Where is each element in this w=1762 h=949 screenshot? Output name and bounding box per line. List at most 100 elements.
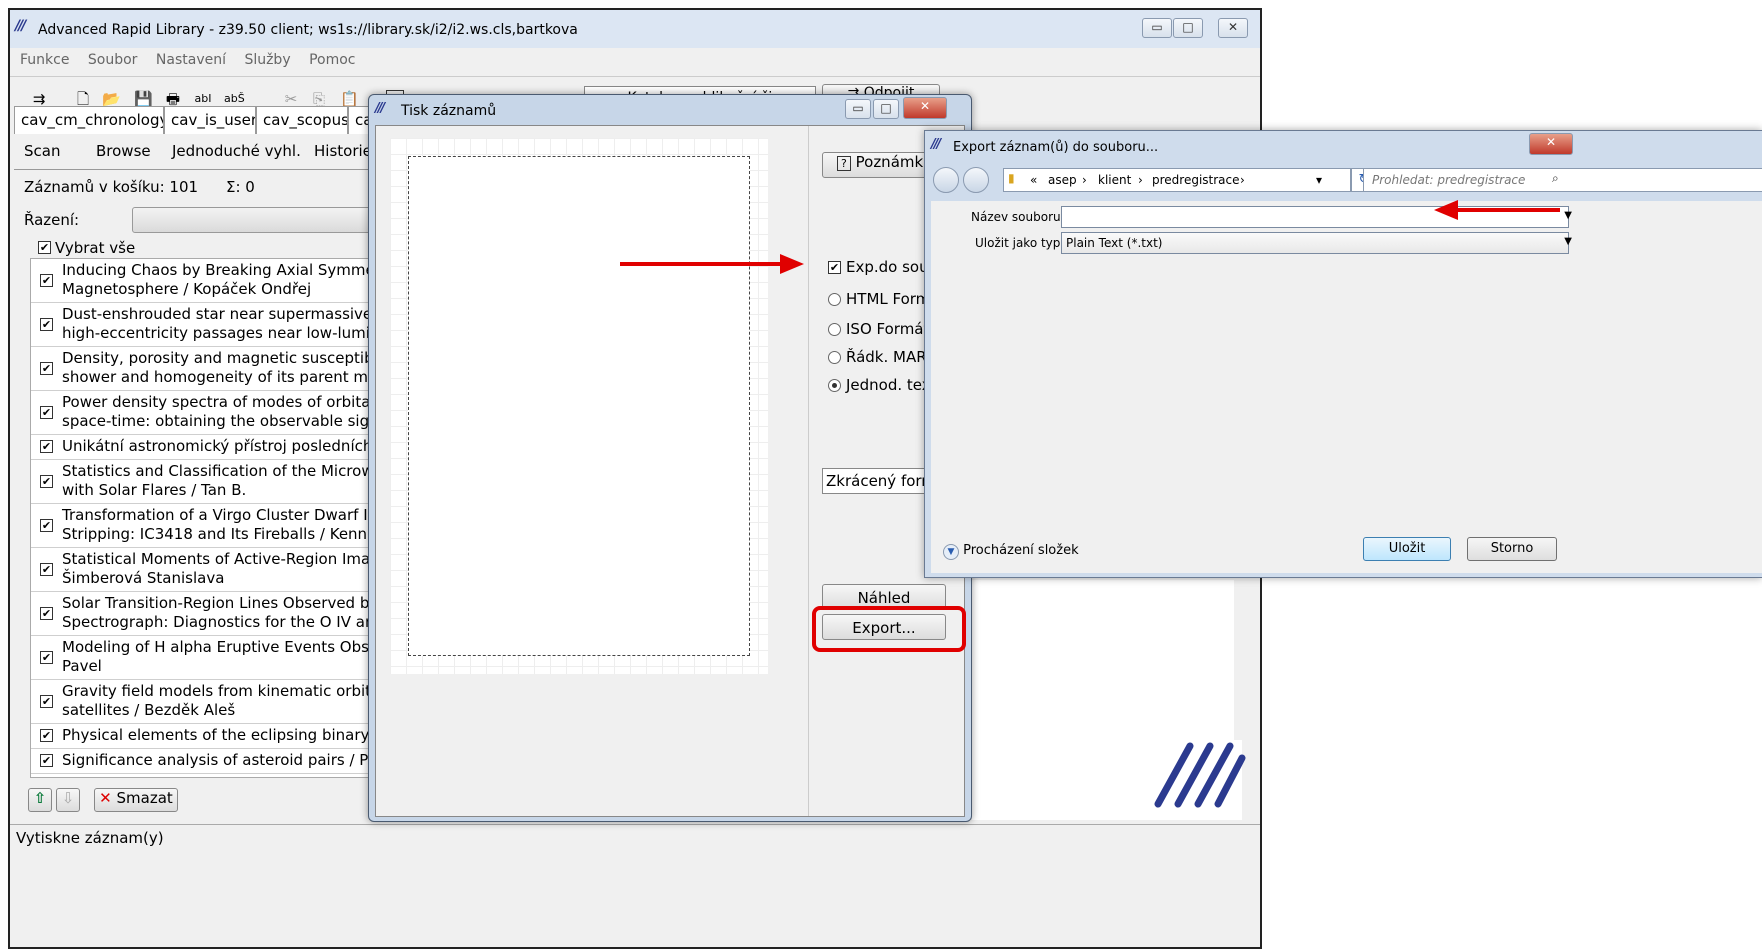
- format-html-label: HTML Form: [846, 290, 931, 308]
- list-item[interactable]: ✔ Modeling of H alpha Eruptive Events Obs…: [31, 636, 371, 680]
- export-to-file-checkbox[interactable]: ✔: [828, 261, 841, 274]
- breadcrumb-klient[interactable]: klient: [1098, 173, 1131, 187]
- list-item[interactable]: ✔ Inducing Chaos by Breaking Axial Symmet…: [31, 259, 371, 303]
- export-dialog: /// Export záznam(ů) do souboru... ✕ ▮ «…: [924, 130, 1762, 578]
- address-dropdown-icon[interactable]: ▾: [1316, 173, 1322, 187]
- page-preview: [390, 138, 768, 674]
- db-tabs: cav_cm_chronology cav_is_user cav_scopus…: [14, 106, 378, 134]
- record-checkbox[interactable]: ✔: [40, 519, 53, 532]
- tab-history[interactable]: Historie: [314, 142, 372, 160]
- export-dialog-body: Název souboru: ▼ Uložit jako typ: Plain …: [931, 201, 1762, 573]
- record-checkbox[interactable]: ✔: [40, 563, 53, 576]
- record-checkbox[interactable]: ✔: [40, 729, 53, 742]
- print-maximize-button[interactable]: □: [873, 99, 899, 119]
- print-dialog-logo-icon: ///: [375, 101, 385, 116]
- filetype-dropdown-icon[interactable]: ▼: [1564, 236, 1572, 247]
- status-bar: Vytiskne záznam(y): [10, 824, 1260, 849]
- delete-icon: ✕: [99, 789, 112, 807]
- main-title-bar: /// Advanced Rapid Library - z39.50 clie…: [10, 10, 1260, 48]
- list-item[interactable]: ✔ Gravity field models from kinematic orb…: [31, 680, 371, 724]
- record-checkbox[interactable]: ✔: [40, 475, 53, 488]
- delete-button[interactable]: ✕ Smazat: [94, 788, 178, 812]
- export-close-button[interactable]: ✕: [1529, 133, 1573, 155]
- record-checkbox[interactable]: ✔: [40, 318, 53, 331]
- record-checkbox[interactable]: ✔: [40, 607, 53, 620]
- format-marc-label: Řádk. MARC: [846, 348, 937, 366]
- red-arrow-icon: [620, 254, 804, 274]
- print-close-button[interactable]: ✕: [903, 97, 947, 119]
- filename-label: Název souboru:: [971, 210, 1065, 224]
- menu-funkce[interactable]: Funkce: [20, 52, 69, 68]
- records-list: ✔ Inducing Chaos by Breaking Axial Symmet…: [30, 258, 380, 778]
- move-up-button[interactable]: ⇧: [28, 788, 52, 812]
- menu-pomoc[interactable]: Pomoc: [309, 52, 355, 68]
- arl-logo-icon: [1154, 742, 1246, 808]
- format-marc-radio[interactable]: [828, 351, 841, 364]
- folder-icon: ▮: [1008, 171, 1015, 185]
- record-checkbox[interactable]: ✔: [40, 362, 53, 375]
- record-checkbox[interactable]: ✔: [40, 440, 53, 453]
- menu-sluzby[interactable]: Služby: [244, 52, 290, 68]
- record-checkbox[interactable]: ✔: [40, 651, 53, 664]
- save-button[interactable]: Uložit: [1363, 537, 1451, 561]
- record-checkbox[interactable]: ✔: [40, 274, 53, 287]
- tab-simple-search[interactable]: Jednoduché vyhl.: [172, 142, 301, 160]
- search-icon: ⌕: [1552, 171, 1559, 185]
- list-item[interactable]: ✔ Significance analysis of asteroid pairs…: [31, 749, 371, 774]
- close-button[interactable]: ✕: [1218, 18, 1248, 38]
- tab-cav-is-user[interactable]: cav_is_user: [164, 106, 256, 134]
- tab-scan[interactable]: Scan: [24, 142, 60, 160]
- breadcrumb-asep[interactable]: asep: [1048, 173, 1077, 187]
- status-text: Vytiskne záznam(y): [16, 829, 164, 847]
- list-item[interactable]: ✔ Unikátní astronomický přístroj poslední…: [31, 435, 371, 460]
- list-item[interactable]: ✔ Density, porosity and magnetic suscepti…: [31, 347, 371, 391]
- maximize-button[interactable]: □: [1173, 18, 1203, 38]
- expand-icon: ▼: [943, 544, 959, 560]
- print-dialog: /// Tisk záznamů ▭ □ ✕ ? Poznámk ✔ Exp.d…: [368, 94, 972, 822]
- breadcrumb-predregistrace[interactable]: predregistrace: [1152, 173, 1240, 187]
- record-checkbox[interactable]: ✔: [40, 754, 53, 767]
- filetype-select[interactable]: Plain Text (*.txt) ▼: [1061, 232, 1572, 254]
- back-button[interactable]: [933, 167, 959, 193]
- red-arrow-left-icon: [1434, 200, 1560, 220]
- sort-select[interactable]: [132, 207, 372, 233]
- list-item[interactable]: ✔ Physical elements of the eclipsing bina…: [31, 724, 371, 749]
- list-item[interactable]: ✔ Statistical Moments of Active-Region Im…: [31, 548, 371, 592]
- filetype-label: Uložit jako typ:: [975, 236, 1065, 250]
- list-item[interactable]: ✔ Solar Transition-Region Lines Observed …: [31, 592, 371, 636]
- cancel-button[interactable]: Storno: [1467, 537, 1557, 561]
- scrollbar[interactable]: [1234, 580, 1250, 740]
- menu-nastaveni[interactable]: Nastavení: [156, 52, 226, 68]
- print-dialog-title: Tisk záznamů: [401, 103, 497, 119]
- list-item[interactable]: ✔ Dust-enshrouded star near supermassive …: [31, 303, 371, 347]
- note-icon: ?: [837, 156, 851, 171]
- print-minimize-button[interactable]: ▭: [845, 99, 871, 119]
- select-all-checkbox[interactable]: ✔: [38, 241, 51, 254]
- breadcrumb-sep-icon: ›: [1240, 173, 1245, 187]
- format-text-label: Jednod. tex: [846, 376, 931, 394]
- move-down-button[interactable]: ⇩: [56, 788, 80, 812]
- forward-button[interactable]: [963, 167, 989, 193]
- format-text-radio[interactable]: [828, 379, 841, 392]
- list-item[interactable]: ✔ Statistics and Classification of the Mi…: [31, 460, 371, 504]
- format-iso-radio[interactable]: [828, 323, 841, 336]
- tab-cav-cm-chronology[interactable]: cav_cm_chronology: [14, 106, 164, 134]
- record-checkbox[interactable]: ✔: [40, 695, 53, 708]
- minimize-button[interactable]: ▭: [1142, 18, 1172, 38]
- page-outline: [408, 156, 750, 656]
- select-all-label: Vybrat vše: [55, 239, 136, 257]
- list-item[interactable]: ✔ Power density spectra of modes of orbit…: [31, 391, 371, 435]
- menu-soubor[interactable]: Soubor: [88, 52, 138, 68]
- tab-browse[interactable]: Browse: [96, 142, 151, 160]
- folder-search-input[interactable]: Prohledat: predregistrace ⌕: [1363, 168, 1762, 192]
- format-html-radio[interactable]: [828, 293, 841, 306]
- tab-cav-scopus[interactable]: cav_scopus: [256, 106, 348, 134]
- view-tabs: Scan Browse Jednoduché vyhl. Historie: [14, 136, 374, 170]
- filename-dropdown-icon[interactable]: ▼: [1564, 210, 1572, 221]
- browse-folders-toggle[interactable]: ▼ Procházení složek: [943, 543, 1079, 560]
- main-window-title: Advanced Rapid Library - z39.50 client; …: [38, 22, 578, 38]
- record-checkbox[interactable]: ✔: [40, 406, 53, 419]
- export-highlight: [812, 606, 966, 652]
- list-item[interactable]: ✔ Transformation of a Virgo Cluster Dwarf…: [31, 504, 371, 548]
- address-breadcrumb[interactable]: ▮ « asep › klient › predregistrace › ▾: [1003, 168, 1351, 192]
